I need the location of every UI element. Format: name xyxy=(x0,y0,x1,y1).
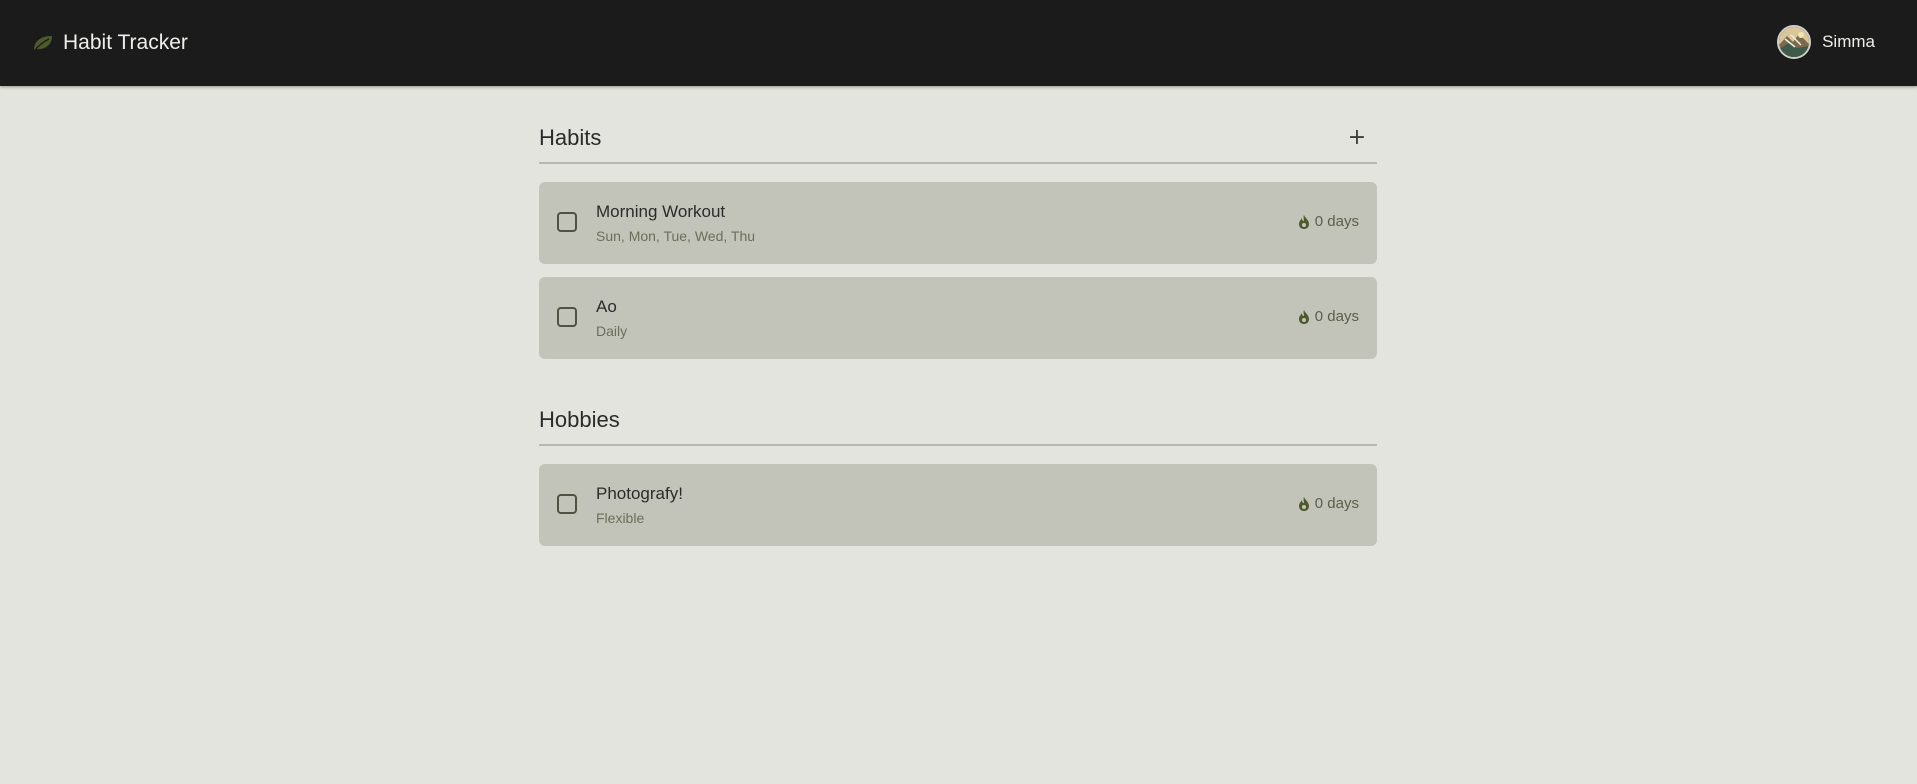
leaf-icon xyxy=(32,34,54,52)
habit-card[interactable]: Morning Workout Sun, Mon, Tue, Wed, Thu … xyxy=(539,182,1377,264)
streak-indicator: 0 days xyxy=(1297,495,1359,512)
user-name: Simma xyxy=(1822,32,1875,51)
add-habit-button[interactable]: + xyxy=(1345,126,1369,150)
habit-checkbox[interactable] xyxy=(557,307,577,327)
habit-schedule: Daily xyxy=(596,323,628,339)
habit-checkbox[interactable] xyxy=(557,494,577,514)
streak-indicator: 0 days xyxy=(1297,213,1359,230)
top-navbar: Habit Tracker Simma xyxy=(0,0,1917,86)
habit-schedule: Sun, Mon, Tue, Wed, Thu xyxy=(596,228,756,244)
section-hobbies: Hobbies Photografy! Flexible 0 days xyxy=(539,402,1377,546)
brand[interactable]: Habit Tracker xyxy=(32,30,188,56)
app-title: Habit Tracker xyxy=(63,31,188,54)
habit-name: Ao xyxy=(596,297,617,316)
habit-card[interactable]: Ao Daily 0 days xyxy=(539,277,1377,359)
streak-text: 0 days xyxy=(1314,213,1359,230)
habit-card-list: Photografy! Flexible 0 days xyxy=(539,446,1377,546)
habit-name: Photografy! xyxy=(596,484,683,503)
section-title: Habits xyxy=(539,125,602,150)
section-habits: Habits + Morning Workout Sun, Mon, Tue, … xyxy=(539,120,1377,359)
section-header: Habits + xyxy=(539,120,1377,164)
habit-name: Morning Workout xyxy=(596,202,726,221)
section-header: Hobbies xyxy=(539,402,1377,446)
habit-card-list: Morning Workout Sun, Mon, Tue, Wed, Thu … xyxy=(539,164,1377,359)
flame-icon xyxy=(1297,214,1311,230)
user-menu[interactable]: Simma xyxy=(1777,25,1875,59)
section-title: Hobbies xyxy=(539,407,620,432)
habit-list-container: Habits + Morning Workout Sun, Mon, Tue, … xyxy=(539,120,1377,559)
avatar[interactable] xyxy=(1777,25,1812,59)
habit-checkbox[interactable] xyxy=(557,212,577,232)
habit-card[interactable]: Photografy! Flexible 0 days xyxy=(539,464,1377,546)
streak-indicator: 0 days xyxy=(1297,308,1359,325)
habit-schedule: Flexible xyxy=(596,510,645,526)
flame-icon xyxy=(1297,496,1311,512)
flame-icon xyxy=(1297,309,1311,325)
streak-text: 0 days xyxy=(1314,495,1359,512)
streak-text: 0 days xyxy=(1314,308,1359,325)
